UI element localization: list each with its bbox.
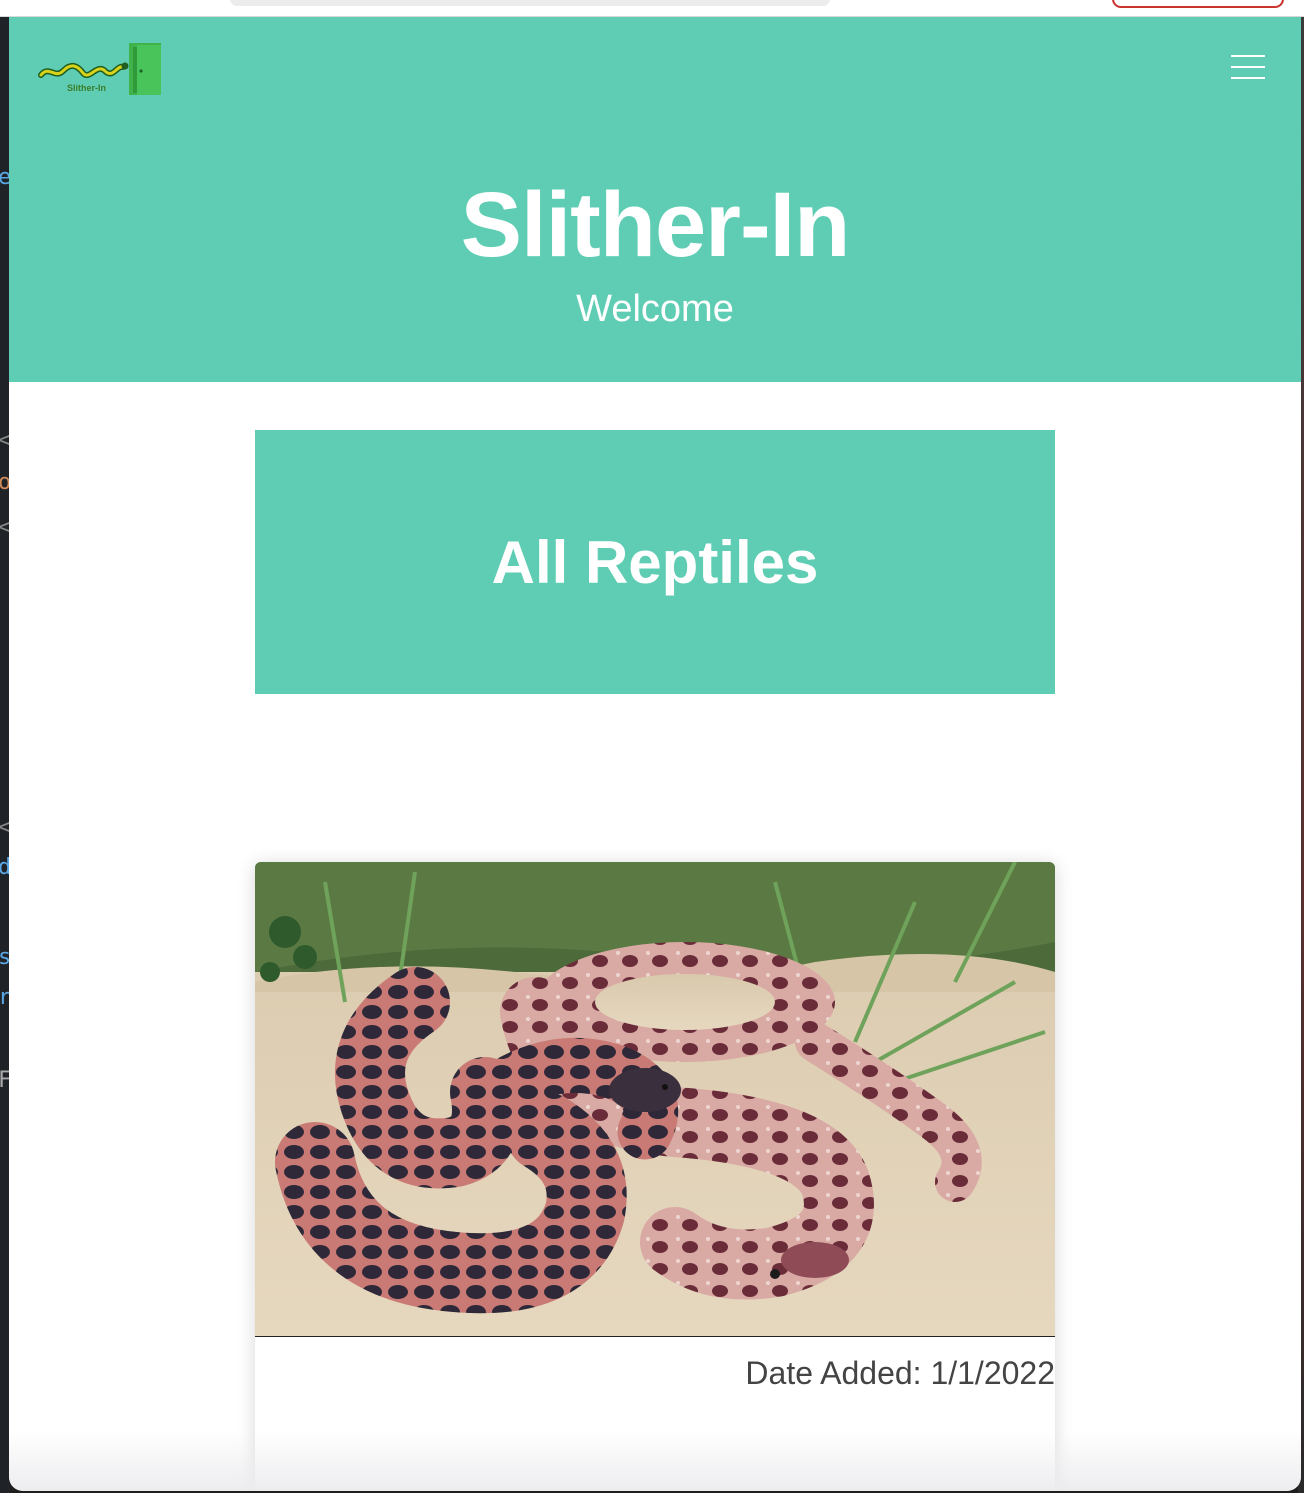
- menu-bar: [1231, 55, 1265, 57]
- toolbar-button[interactable]: [1112, 0, 1284, 8]
- site-logo[interactable]: Slither-In: [37, 39, 165, 99]
- reptile-card[interactable]: Date Added: 1/1/2022: [255, 862, 1055, 1491]
- site-title: Slither-In: [460, 174, 851, 276]
- site-header: Slither-In Slither-In Welcome: [9, 17, 1301, 382]
- desktop: e < o < < d s r F Slither-In Slither-In …: [0, 0, 1304, 1493]
- menu-bar: [1231, 66, 1265, 68]
- browser-toolbar: [0, 0, 1304, 17]
- browser-viewport: Slither-In Slither-In Welcome All Reptil…: [9, 17, 1301, 1491]
- address-bar[interactable]: [230, 0, 830, 6]
- logo-wordmark: Slither-In: [67, 83, 106, 93]
- window-bottom-fade: [9, 1431, 1301, 1491]
- section-title: All Reptiles: [491, 529, 819, 596]
- snake-photo[interactable]: [255, 862, 1055, 1337]
- menu-bar: [1231, 77, 1265, 79]
- date-added: Date Added: 1/1/2022: [745, 1355, 1055, 1391]
- section-banner: All Reptiles: [255, 430, 1055, 694]
- site-subtitle: Welcome: [576, 288, 734, 330]
- hamburger-menu-icon[interactable]: [1231, 55, 1265, 81]
- snake-door-logo-icon: Slither-In: [38, 43, 161, 95]
